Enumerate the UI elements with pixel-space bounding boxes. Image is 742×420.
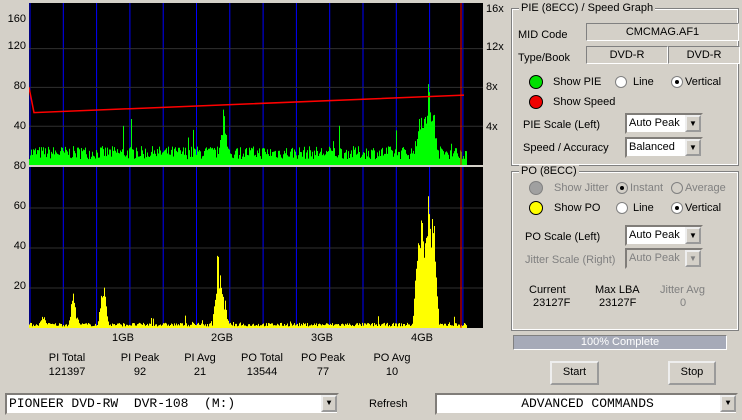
stat-value: 121397 <box>48 366 86 378</box>
stat-label: PI Avg <box>184 352 216 364</box>
mid-code-field: CMCMAG.AF1 <box>586 23 739 41</box>
tick: 160 <box>7 13 26 25</box>
speed-accuracy-label: Speed / Accuracy <box>523 142 609 154</box>
commands-select[interactable]: ADVANCED COMMANDS ▼ <box>435 393 738 415</box>
tick: 8x <box>486 81 498 93</box>
pie-vertical-radio[interactable] <box>671 76 683 88</box>
group-title: PO (8ECC) <box>519 165 579 177</box>
show-jitter-led-button[interactable] <box>529 181 543 195</box>
line-label: Line <box>633 202 654 214</box>
current-label: Current <box>529 284 566 296</box>
type-label: Type/Book <box>518 52 570 64</box>
stop-button[interactable]: Stop <box>668 361 716 385</box>
mid-label: MID Code <box>518 29 568 41</box>
tick: 20 <box>13 280 26 292</box>
po-line-radio[interactable] <box>616 202 628 214</box>
stat-pi-avg: PI Avg 21 <box>165 351 235 379</box>
stat-pi-total: PI Total 121397 <box>32 351 102 379</box>
refresh-label: Refresh <box>369 398 408 410</box>
show-po-led-button[interactable] <box>529 201 543 215</box>
pie-scale-select[interactable]: Auto Peak ▼ <box>625 113 703 134</box>
tick: 16x <box>486 3 504 15</box>
stat-label: PO Peak <box>300 352 346 364</box>
po-vertical-radio[interactable] <box>671 202 683 214</box>
x-tick: 3GB <box>311 332 334 344</box>
pie-group: PIE (8ECC) / Speed Graph MID Code CMCMAG… <box>511 2 740 166</box>
selected-value: ADVANCED COMMANDS <box>521 396 654 411</box>
pie-scale-label: PIE Scale (Left) <box>523 119 601 131</box>
selected-value: PIONEER DVD-RW DVR-108 (M:) <box>9 396 236 411</box>
max-lba-label: Max LBA <box>595 284 640 296</box>
start-button[interactable]: Start <box>550 361 599 385</box>
po-group: PO (8ECC) Show Jitter Instant Average Sh… <box>511 165 739 331</box>
stat-po-total: PO Total 13544 <box>227 351 297 379</box>
jitter-avg-label: Jitter Avg <box>660 284 706 296</box>
po-chart <box>29 167 483 328</box>
pie-chart <box>29 3 483 165</box>
group-title: PIE (8ECC) / Speed Graph <box>519 2 656 14</box>
chevron-down-icon: ▼ <box>685 250 701 267</box>
speed-accuracy-select[interactable]: Balanced ▼ <box>625 137 703 158</box>
x-tick: 1GB <box>112 332 135 344</box>
tick: 80 <box>13 160 26 172</box>
x-tick: 2GB <box>211 332 234 344</box>
chevron-down-icon: ▼ <box>685 115 701 132</box>
stat-label: PO Avg <box>373 352 411 364</box>
max-lba-value: 23127F <box>599 297 637 309</box>
tick: 40 <box>13 120 26 132</box>
vertical-label: Vertical <box>685 76 722 88</box>
po-scale-label: PO Scale (Left) <box>525 231 601 243</box>
stat-label: PI Total <box>48 352 86 364</box>
vertical-label: Vertical <box>685 202 722 214</box>
stat-value: 10 <box>385 366 399 378</box>
instant-label: Instant <box>630 182 664 194</box>
chevron-down-icon: ▼ <box>685 227 701 244</box>
x-tick: 4GB <box>411 332 434 344</box>
refresh-button[interactable]: Refresh <box>369 398 408 410</box>
show-speed-led-button[interactable] <box>529 95 543 109</box>
type-field: DVD-R <box>586 46 668 64</box>
show-jitter-label: Show Jitter <box>554 182 609 194</box>
chevron-down-icon: ▼ <box>321 395 337 412</box>
chevron-down-icon: ▼ <box>685 139 701 156</box>
jitter-avg-value: 0 <box>680 297 687 309</box>
selected-value: Balanced <box>629 141 675 153</box>
tick: 40 <box>13 240 26 252</box>
tick: 80 <box>13 80 26 92</box>
average-label: Average <box>685 182 726 194</box>
selected-value: Auto Peak <box>629 252 680 264</box>
jitter-scale-label: Jitter Scale (Right) <box>525 254 616 266</box>
selected-value: Auto Peak <box>629 229 680 241</box>
book-field: DVD-R <box>668 46 740 64</box>
pie-line-radio[interactable] <box>615 76 627 88</box>
tick: 4x <box>486 121 498 133</box>
show-pie-led-button[interactable] <box>529 75 543 89</box>
speed-line <box>29 87 465 114</box>
tick: 60 <box>13 200 26 212</box>
show-po-label: Show PO <box>554 202 601 214</box>
progress-bar: 100% Complete <box>513 335 727 350</box>
stat-value: 21 <box>193 366 207 378</box>
stat-value: 77 <box>316 366 330 378</box>
current-value: 23127F <box>533 297 571 309</box>
line-label: Line <box>633 76 654 88</box>
show-speed-label: Show Speed <box>553 96 616 108</box>
stat-label: PO Total <box>241 352 283 364</box>
instant-radio[interactable] <box>616 182 628 194</box>
chevron-down-icon: ▼ <box>720 395 736 412</box>
stat-po-avg: PO Avg 10 <box>357 351 427 379</box>
stat-po-peak: PO Peak 77 <box>288 351 358 379</box>
average-radio[interactable] <box>671 182 683 194</box>
selected-value: Auto Peak <box>629 117 680 129</box>
stat-value: 13544 <box>246 366 278 378</box>
show-pie-label: Show PIE <box>553 76 602 88</box>
tick: 12x <box>486 41 504 53</box>
tick: 120 <box>7 40 26 52</box>
jitter-scale-select[interactable]: Auto Peak ▼ <box>625 248 703 269</box>
drive-select[interactable]: PIONEER DVD-RW DVR-108 (M:) ▼ <box>5 393 339 415</box>
po-scale-select[interactable]: Auto Peak ▼ <box>625 225 703 246</box>
